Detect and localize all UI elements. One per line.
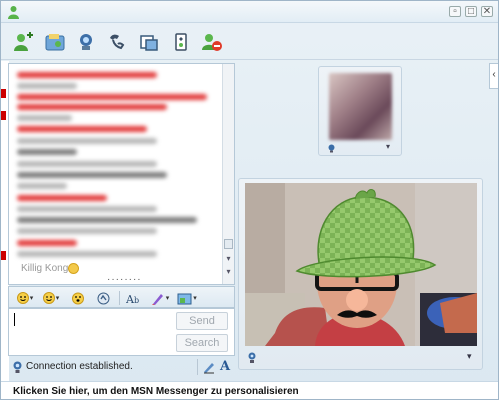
separator [119,291,120,305]
restore-button[interactable]: ▫ [449,6,461,17]
block-icon [202,34,222,51]
webcam-icon [80,34,92,50]
svg-text:b: b [134,296,139,305]
font-icon: Ab [126,293,139,305]
msn-buddy-icon [8,6,19,19]
color-button[interactable]: ▾ [149,290,171,306]
resize-grip[interactable]: ········ [107,274,142,285]
webcam-frame: ▾ [238,178,483,370]
block-button[interactable] [200,31,224,53]
separator [197,359,198,375]
webcam-button[interactable] [74,31,98,53]
message-line [17,228,157,234]
games-icon [175,33,187,51]
webcam-menu-arrow-icon[interactable]: ▾ [467,351,472,362]
status-text: Connection established. [26,361,133,372]
toolbar [1,24,498,60]
messenger-window: ▫ □ ✕ ▾ ▾ Killig Kong ········ ▾ ▾ A b ▾… [0,0,499,400]
invite-icon [14,32,33,51]
send-button[interactable]: Send [176,312,228,330]
message-line [17,161,157,167]
scroll-down-icon[interactable]: ▾ [224,254,233,264]
connection-status-icon [13,361,22,373]
emoticon-icon [16,292,29,304]
message-line [17,240,77,246]
message-line [17,126,147,132]
background-button[interactable]: ▾ [175,290,199,306]
display-pictures-pane: ▾ ▾ [238,63,488,381]
format-bar: ▾ ▾ Ab ▾ ▾ [8,286,235,308]
conversation-history[interactable]: ▾ ▾ [8,63,235,285]
message-line [17,172,167,178]
webcam-status-icon[interactable] [247,352,257,363]
emoticon-button[interactable]: ▾ [15,290,35,306]
search-button[interactable]: Search [176,334,228,352]
picture-menu-arrow-icon[interactable]: ▾ [386,142,390,151]
nudge-button[interactable] [95,290,111,306]
activities-button[interactable] [137,31,161,53]
handwriting-icon[interactable] [202,360,216,374]
webcam-image [245,183,477,346]
message-line [17,104,167,110]
call-button[interactable] [105,31,129,53]
message-line [17,251,157,257]
text-caret [14,313,15,326]
call-icon [110,34,125,50]
message-line [17,94,207,100]
status-bar: Connection established. A [8,358,235,376]
bg-red-mark [1,89,6,98]
games-button[interactable] [169,31,193,53]
message-line [17,115,72,121]
color-icon [151,293,163,305]
font-button[interactable]: Ab [125,290,143,306]
conversation-scrollbar[interactable]: ▾ ▾ [222,64,234,284]
title-bar[interactable]: ▫ □ ✕ [1,1,498,23]
send-files-icon [45,34,65,51]
wink-icon [42,292,55,304]
contact-display-picture[interactable] [329,73,392,140]
text-mode-icon[interactable]: A [220,359,230,374]
collapse-pane-button[interactable]: ‹ [489,63,498,89]
scroll-thumb[interactable] [224,239,233,249]
personalize-banner-text: Klicken Sie hier, um den MSN Messenger z… [13,386,299,397]
voice-clip-button[interactable] [69,290,87,306]
personalize-banner[interactable]: Klicken Sie hier, um den MSN Messenger z… [1,381,498,399]
invite-button[interactable] [11,31,35,53]
message-line [17,83,77,89]
activities-icon [140,35,158,51]
message-line [17,195,107,201]
send-files-button[interactable] [43,31,67,53]
close-button[interactable]: ✕ [481,6,493,17]
message-input[interactable]: Send Search [8,308,235,356]
last-sender-name: Killig Kong [21,263,69,274]
contact-display-picture-frame: ▾ [318,66,402,156]
scroll-end-icon[interactable]: ▾ [224,267,233,277]
message-line [17,217,197,223]
wink-button[interactable]: ▾ [41,290,61,306]
message-line [17,138,157,144]
message-line [17,149,77,155]
bg-red-mark [1,111,6,120]
background-icon [177,293,192,304]
bg-red-mark [1,251,6,260]
message-line [17,72,157,78]
voice-clip-icon [72,292,84,304]
maximize-button[interactable]: □ [465,6,477,17]
webcam-small-icon[interactable] [327,144,336,153]
smiley-emoticon-icon [68,263,79,274]
message-line [17,206,157,212]
webcam-video[interactable] [245,183,477,346]
nudge-icon [97,292,109,304]
message-line [17,183,67,189]
